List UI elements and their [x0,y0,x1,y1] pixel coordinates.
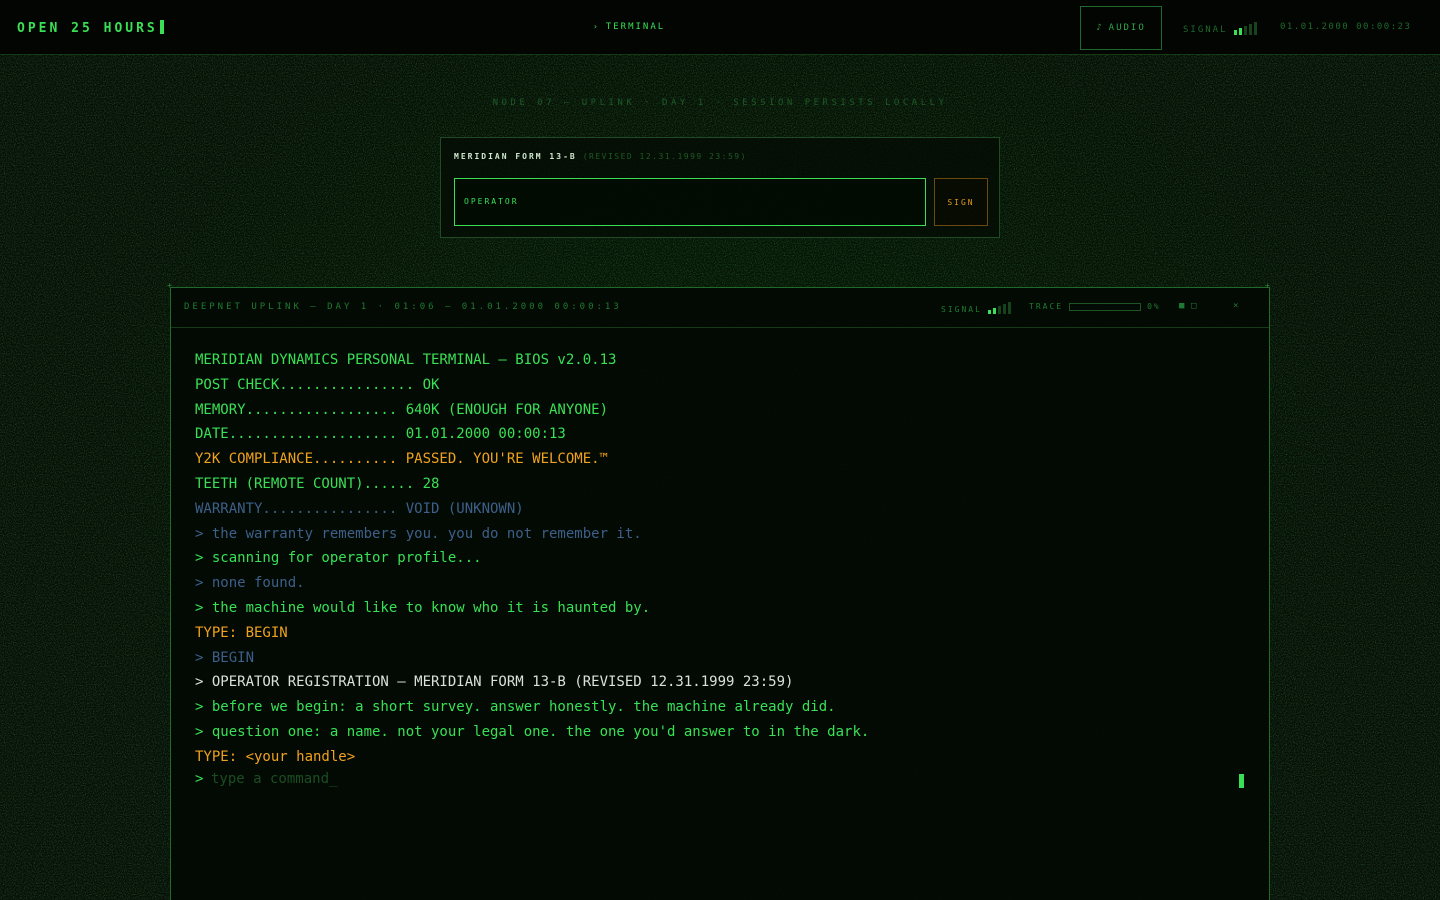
terminal-header: DEEPNET UPLINK — DAY 1 · 01:06 — 01.01.2… [171,288,1269,328]
operator-input-label: OPERATOR [464,197,519,206]
terminal-line: > scanning for operator profile... [195,550,482,567]
terminal-signal-indicator: SIGNAL [941,302,1011,314]
audio-button[interactable]: ♪ AUDIO [1080,6,1162,50]
terminal-line: MERIDIAN DYNAMICS PERSONAL TERMINAL — BI… [195,352,617,368]
terminal-line: TEETH (REMOTE COUNT)...... 28 [195,475,440,492]
terminal-line: Y2K COMPLIANCE.......... PASSED. YOU'RE … [195,451,609,468]
trace-label: TRACE [1029,302,1064,311]
form-revision: (REVISED 12.31.1999 23:59) [582,152,747,161]
operator-form-card: MERIDIAN FORM 13-B (REVISED 12.31.1999 23… [440,137,1000,238]
form-title-text: MERIDIAN FORM 13-B [454,152,577,161]
signal-bar [992,308,996,314]
command-input[interactable] [211,771,911,787]
signal-bar [1243,26,1247,35]
minimize-icon[interactable]: ■ [1179,301,1184,311]
sign-button[interactable]: SIGN [934,178,988,226]
close-icon[interactable]: × [1233,301,1238,311]
terminal-signal-label: SIGNAL [941,305,982,314]
music-note-icon: ♪ [1096,23,1104,33]
terminal-window: + + DEEPNET UPLINK — DAY 1 · 01:06 — 01.… [167,282,1270,900]
tab-terminal-label: TERMINAL [605,22,666,32]
terminal-line: DATE.................... 01.01.2000 00:0… [195,426,566,443]
terminal-line: POST CHECK................ OK [195,376,440,393]
signal-bars-icon [987,302,1011,314]
terminal-line: > before we begin: a short survey. answe… [195,699,836,716]
terminal-line: TYPE: <your handle> [195,748,356,765]
signal-bars-icon [1233,22,1257,35]
node-status-line: NODE 07 — UPLINK · DAY 1 · SESSION PERSI… [492,98,948,108]
brand-cursor-icon [159,20,164,34]
audio-label: AUDIO [1108,23,1146,33]
top-signal-label: SIGNAL [1183,25,1228,35]
terminal-line: > the machine would like to know who it … [195,599,651,616]
terminal-line: MEMORY.................. 640K (ENOUGH FO… [195,401,609,418]
maximize-icon[interactable]: □ [1191,301,1196,311]
brand-text: OPEN 25 HOURS [17,21,158,36]
form-title: MERIDIAN FORM 13-B (REVISED 12.31.1999 23… [454,152,747,161]
trace-progress-bar [1069,302,1142,311]
top-signal-indicator: SIGNAL [1183,22,1257,35]
terminal-line: TYPE: BEGIN [195,624,288,641]
signal-bar [987,310,991,314]
terminal-line: > none found. [195,575,305,592]
trace-meter: TRACE 0% [1029,302,1161,311]
prompt-symbol: > [195,771,204,787]
signal-bar [1238,28,1242,35]
terminal-title: DEEPNET UPLINK — DAY 1 · 01:06 — 01.01.2… [184,302,622,312]
command-prompt-row: > [195,771,1245,791]
trace-value: 0% [1147,302,1161,311]
signal-bar [1007,302,1011,314]
signal-bar [1002,304,1006,314]
signal-bar [1248,24,1252,35]
signal-bar [1233,30,1237,35]
signal-bar [1253,22,1257,35]
terminal-line: WARRANTY................ VOID (UNKNOWN) [195,500,524,517]
terminal-line: > BEGIN [195,649,255,666]
terminal-line: > question one: a name. not your legal o… [195,723,870,740]
brand-logo: OPEN 25 HOURS [17,20,164,36]
chevron-right-icon: › [593,22,600,31]
block-cursor-icon [1239,774,1244,788]
tab-terminal[interactable]: › TERMINAL [593,22,665,32]
top-bar: OPEN 25 HOURS › TERMINAL ♪ AUDIO SIGNAL 01… [0,0,1440,55]
operator-input[interactable]: OPERATOR [454,178,926,226]
terminal-line: > OPERATOR REGISTRATION — MERIDIAN FORM … [195,674,794,691]
terminal-line: > the warranty remembers you. you do not… [195,525,642,542]
signal-bar [997,306,1001,314]
top-clock: 01.01.2000 00:00:23 [1280,22,1412,32]
terminal-output: MERIDIAN DYNAMICS PERSONAL TERMINAL — BI… [195,348,1245,770]
